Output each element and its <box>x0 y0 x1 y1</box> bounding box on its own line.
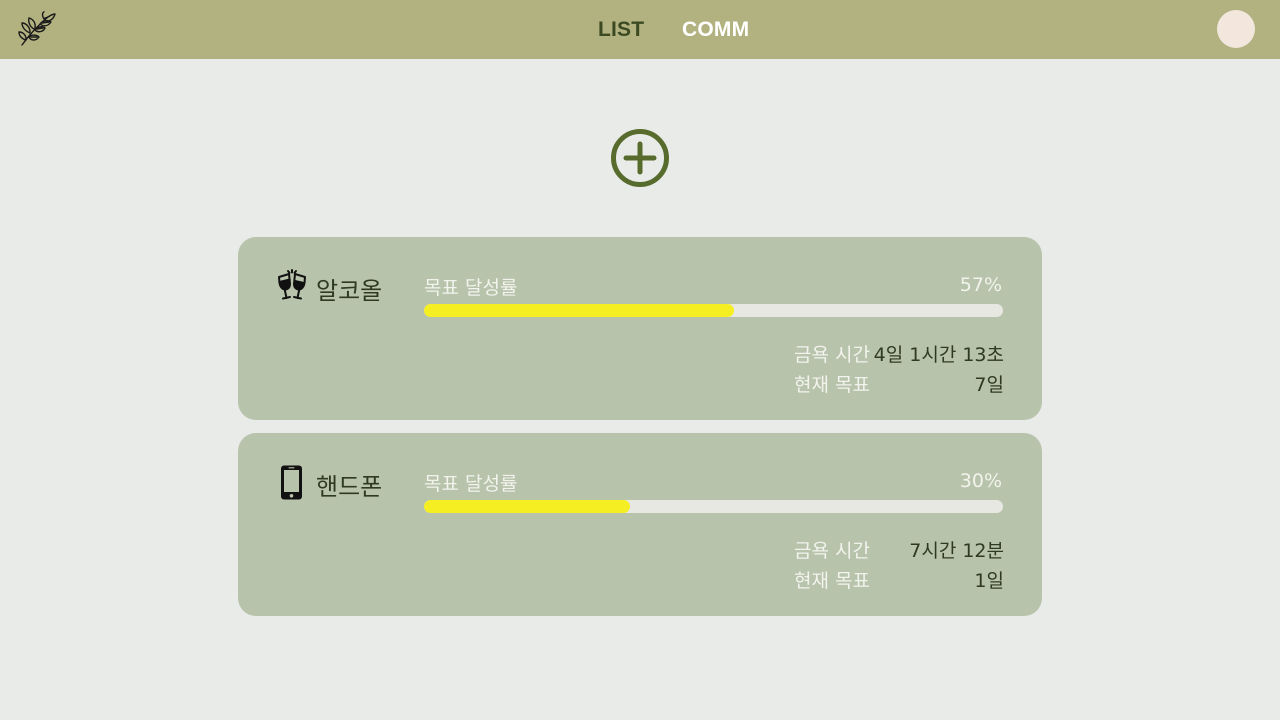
nav-comm-link[interactable]: COMM <box>682 0 749 59</box>
leaf-branch-icon[interactable] <box>18 11 56 47</box>
current-target-value: 1일 <box>974 570 1004 592</box>
clinking-glasses-icon <box>276 269 308 303</box>
progress-bar <box>424 500 1003 513</box>
abstinence-time-label: 금욕 시간 <box>794 540 870 562</box>
abstinence-time-label: 금욕 시간 <box>794 344 870 366</box>
goal-name: 알코올 <box>316 277 383 305</box>
plus-circle-icon <box>611 129 669 187</box>
abstinence-time-value: 4일 1시간 13초 <box>873 344 1004 366</box>
goal-card-phone[interactable]: 핸드폰 목표 달성률 30% 금욕 시간 7시간 12분 현재 목표 1일 <box>238 433 1042 616</box>
current-target-label: 현재 목표 <box>794 570 870 592</box>
goal-name: 핸드폰 <box>316 473 383 501</box>
achievement-rate-value: 57% <box>959 274 1002 296</box>
current-target-label: 현재 목표 <box>794 374 870 396</box>
progress-bar-fill <box>424 304 734 317</box>
progress-bar-fill <box>424 500 630 513</box>
current-target-value: 7일 <box>974 374 1004 396</box>
nav-list-link[interactable]: LIST <box>598 0 644 59</box>
progress-bar <box>424 304 1003 317</box>
achievement-rate-label: 목표 달성률 <box>424 473 518 495</box>
abstinence-time-value: 7시간 12분 <box>909 540 1004 562</box>
achievement-rate-label: 목표 달성률 <box>424 277 518 299</box>
add-goal-button[interactable] <box>609 127 671 189</box>
smartphone-icon <box>276 465 308 500</box>
avatar[interactable] <box>1217 10 1255 48</box>
top-navigation-bar: LIST COMM <box>0 0 1280 59</box>
achievement-rate-value: 30% <box>959 470 1002 492</box>
goal-card-alcohol[interactable]: 알코올 목표 달성률 57% 금욕 시간 4일 1시간 13초 현재 목표 7일 <box>238 237 1042 420</box>
